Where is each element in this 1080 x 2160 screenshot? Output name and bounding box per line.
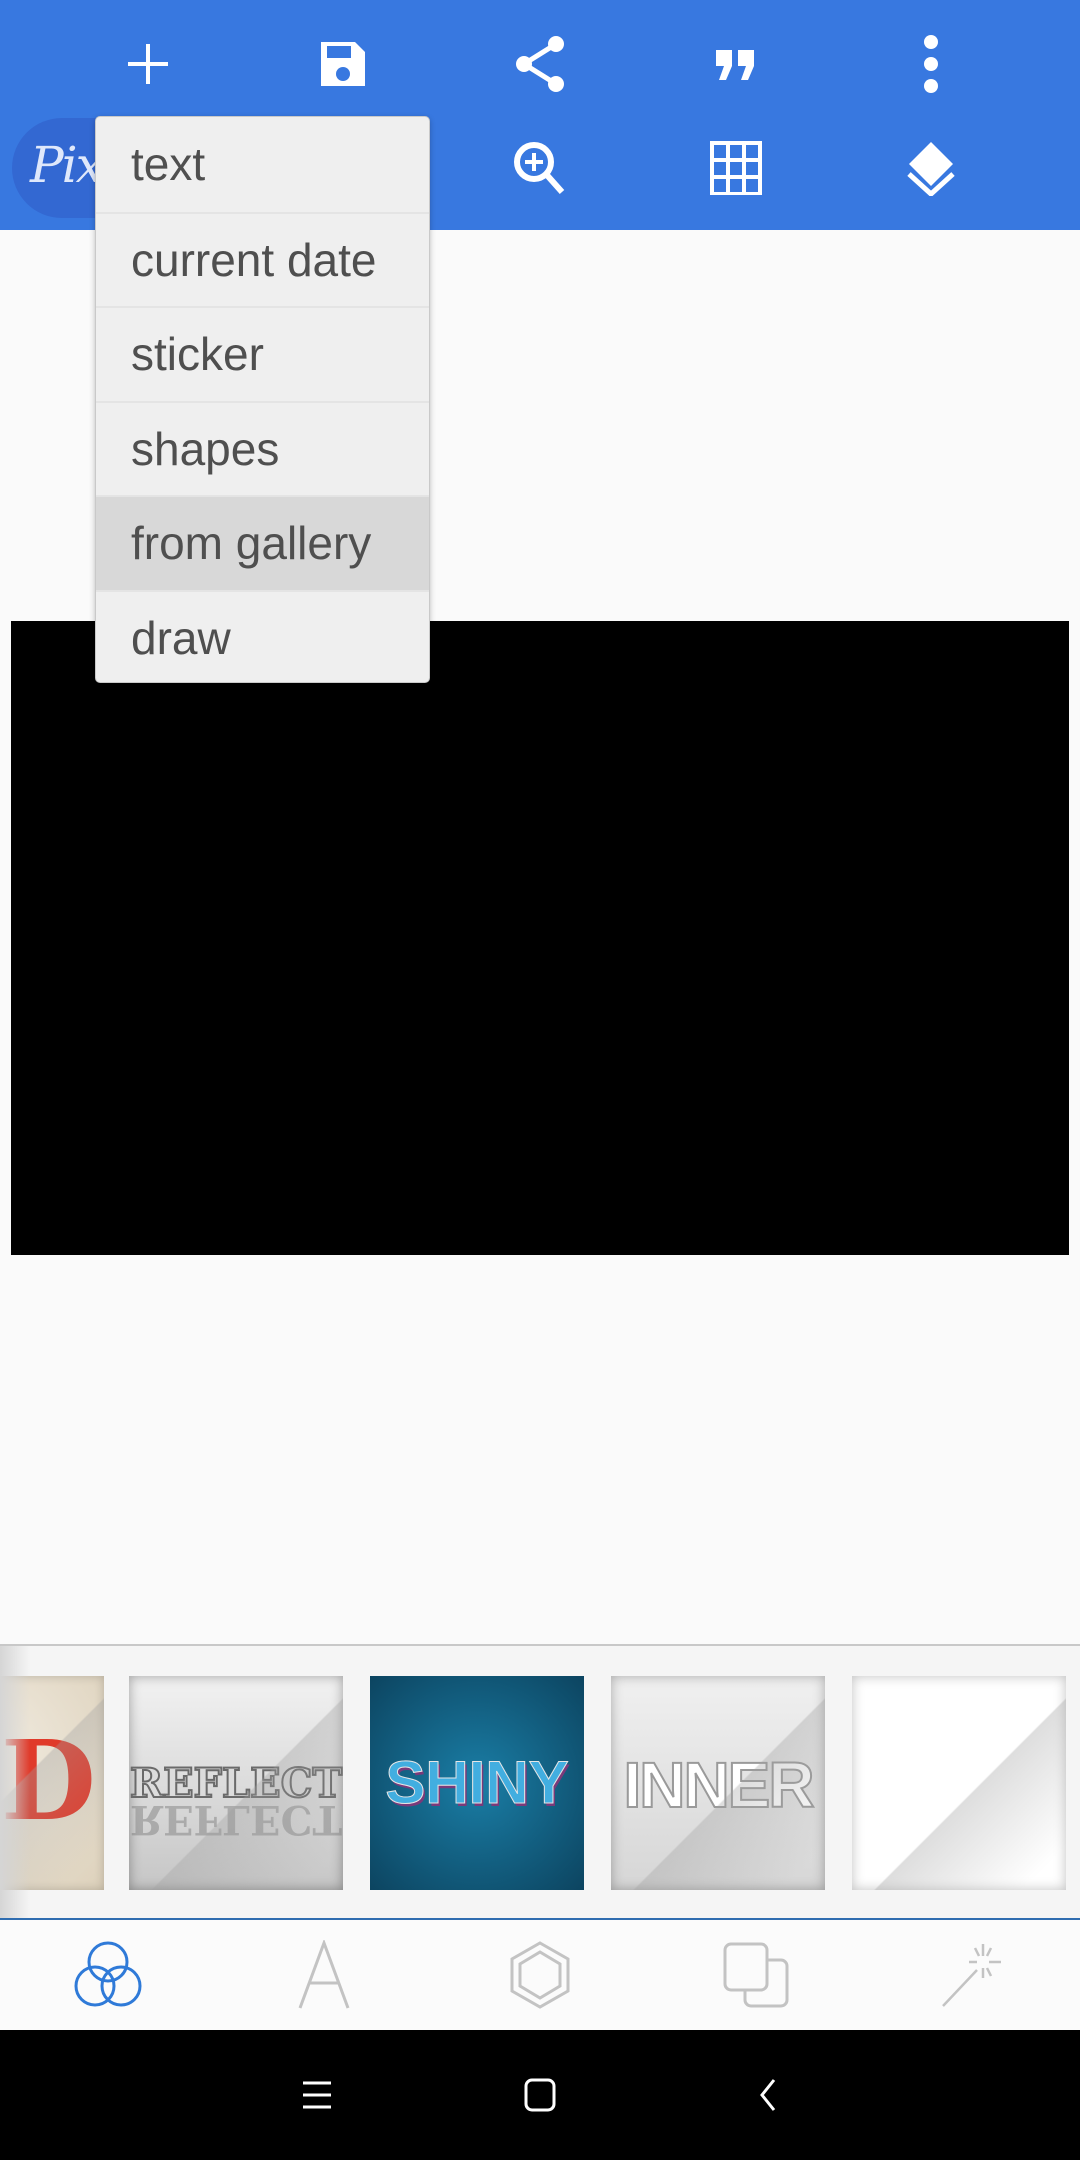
editing-canvas[interactable]	[11, 621, 1069, 1255]
menu-item-label: shapes	[131, 422, 280, 475]
template-thumb-reflect[interactable]: REFLECT REFLECT	[129, 1676, 343, 1890]
template-label: SHINY	[385, 1749, 569, 1817]
menu-item-label: from gallery	[131, 517, 372, 570]
save-button[interactable]	[288, 14, 398, 114]
more-options-button[interactable]	[876, 14, 986, 114]
menu-item-text[interactable]: text	[96, 117, 429, 212]
menu-item-label: text	[131, 138, 206, 191]
recents-button[interactable]	[267, 2050, 367, 2140]
quote-button[interactable]	[681, 14, 791, 114]
system-navigation-bar	[0, 2030, 1080, 2160]
zoom-in-button[interactable]	[485, 118, 595, 218]
tab-font[interactable]	[264, 1920, 384, 2030]
home-icon	[524, 2078, 556, 2112]
gloss-overlay	[852, 1676, 1066, 1890]
bottom-tab-bar	[0, 1920, 1080, 2030]
menu-item-label: current date	[131, 233, 377, 286]
add-button[interactable]	[93, 14, 203, 114]
gloss-overlay	[129, 1676, 343, 1890]
template-strip[interactable]: D REFLECT REFLECT SHINY INNER	[0, 1644, 1080, 1920]
menu-item-current-date[interactable]: current date	[96, 211, 429, 307]
plus-icon	[128, 44, 168, 84]
menu-item-label: draw	[131, 611, 231, 664]
tab-background[interactable]	[696, 1920, 816, 2030]
text-font-icon	[298, 1940, 350, 2009]
template-thumb-inner[interactable]: INNER	[611, 1676, 825, 1890]
back-button[interactable]	[718, 2050, 818, 2140]
magic-wand-icon	[942, 1944, 1001, 2007]
app-screen: Pix text current date sticker shapes fro…	[0, 0, 1080, 2160]
zoom-in-icon	[514, 142, 565, 194]
menu-item-draw[interactable]: draw	[96, 589, 429, 683]
menu-item-label: sticker	[131, 328, 264, 381]
recents-icon	[303, 2081, 331, 2109]
filters-circles-icon	[74, 1941, 142, 2007]
quote-icon	[716, 50, 754, 80]
save-icon	[321, 42, 365, 86]
menu-item-from-gallery[interactable]: from gallery	[96, 495, 429, 590]
tab-shape[interactable]	[480, 1920, 600, 2030]
add-menu: text current date sticker shapes from ga…	[95, 116, 430, 683]
menu-item-shapes[interactable]: shapes	[96, 400, 429, 496]
gloss-overlay	[611, 1676, 825, 1890]
menu-item-sticker[interactable]: sticker	[96, 306, 429, 401]
tab-effects[interactable]	[48, 1920, 168, 2030]
more-vert-icon	[924, 35, 938, 93]
layers-icon	[907, 142, 955, 196]
grid-icon	[710, 141, 762, 195]
scroll-fade	[0, 1646, 30, 1918]
layers-copy-icon	[723, 1942, 789, 2008]
home-button[interactable]	[490, 2050, 590, 2140]
logo-text: Pix	[30, 136, 104, 194]
tab-magic[interactable]	[912, 1920, 1032, 2030]
layers-button[interactable]	[876, 118, 986, 218]
share-button[interactable]	[485, 14, 595, 114]
template-thumb-shiny[interactable]: SHINY	[370, 1676, 584, 1890]
grid-button[interactable]	[681, 118, 791, 218]
hexagon-shape-icon	[510, 1941, 570, 2009]
template-thumb-blank[interactable]	[852, 1676, 1066, 1890]
share-icon	[516, 36, 564, 92]
back-icon	[760, 2079, 776, 2111]
